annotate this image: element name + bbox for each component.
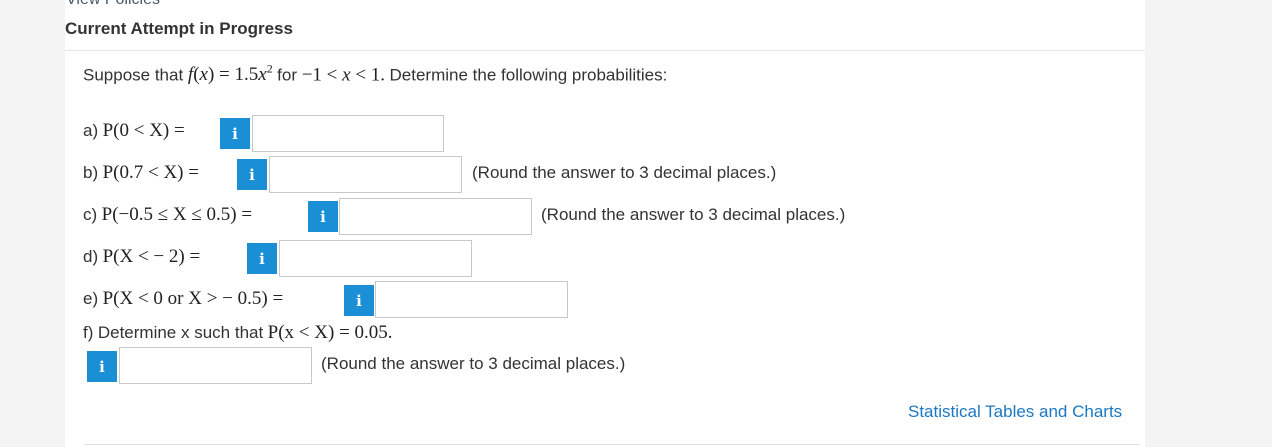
part-e-info-icon[interactable]: i — [344, 285, 374, 316]
part-e-answer-input[interactable] — [375, 281, 568, 318]
part-c-label: c) P(−0.5 ≤ X ≤ 0.5) = — [83, 204, 253, 225]
statistical-tables-link[interactable]: Statistical Tables and Charts — [908, 402, 1122, 422]
part-c-info-icon[interactable]: i — [308, 201, 338, 232]
part-f-info-icon[interactable]: i — [87, 351, 117, 382]
part-a-answer-input[interactable] — [252, 115, 444, 152]
part-d-label: d) P(X < − 2) = — [83, 246, 201, 267]
part-f-label: f) Determine x such that P(x < X) = 0.05… — [83, 322, 393, 343]
part-d-answer-input[interactable] — [279, 240, 472, 277]
part-c-answer-input[interactable] — [339, 198, 532, 235]
part-b-label: b) P(0.7 < X) = — [83, 162, 199, 183]
section-title: Current Attempt in Progress — [65, 19, 293, 38]
part-d-info-icon[interactable]: i — [247, 243, 277, 274]
view-policies-link[interactable]: View Policies — [66, 0, 160, 9]
part-b-info-icon[interactable]: i — [237, 159, 267, 190]
part-b-answer-input[interactable] — [269, 156, 462, 193]
part-c-rounding-note: (Round the answer to 3 decimal places.) — [541, 205, 846, 224]
part-b-rounding-note: (Round the answer to 3 decimal places.) — [472, 163, 777, 182]
title-divider — [65, 50, 1145, 51]
part-a-label: a) P(0 < X) = — [83, 120, 185, 141]
part-f-answer-input[interactable] — [119, 347, 312, 384]
part-f-rounding-note: (Round the answer to 3 decimal places.) — [321, 354, 626, 373]
part-a-info-icon[interactable]: i — [220, 118, 250, 149]
bottom-divider — [84, 444, 1140, 445]
part-e-label: e) P(X < 0 or X > − 0.5) = — [83, 288, 284, 309]
question-intro: Suppose that f(x) = 1.5x2 for −1 < x < 1… — [83, 62, 668, 86]
